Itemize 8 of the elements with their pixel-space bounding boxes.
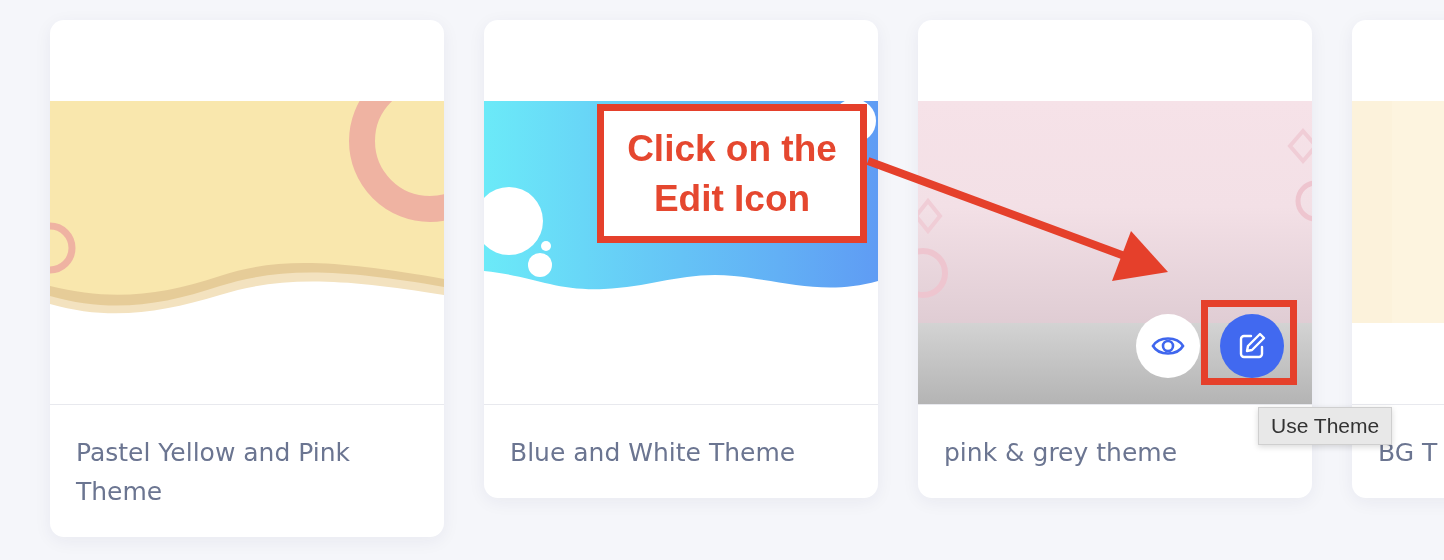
edit-icon bbox=[1238, 332, 1266, 360]
theme-title: Blue and White Theme bbox=[510, 437, 796, 469]
annotation-callout: Click on the Edit Icon bbox=[597, 104, 867, 243]
theme-title: Pastel Yellow and Pink Theme bbox=[76, 437, 352, 508]
tooltip: Use Theme bbox=[1258, 407, 1393, 445]
theme-card[interactable]: Pastel Yellow and Pink Theme bbox=[50, 20, 444, 537]
eye-icon bbox=[1151, 334, 1185, 358]
theme-title: pink & grey theme bbox=[944, 437, 1177, 469]
